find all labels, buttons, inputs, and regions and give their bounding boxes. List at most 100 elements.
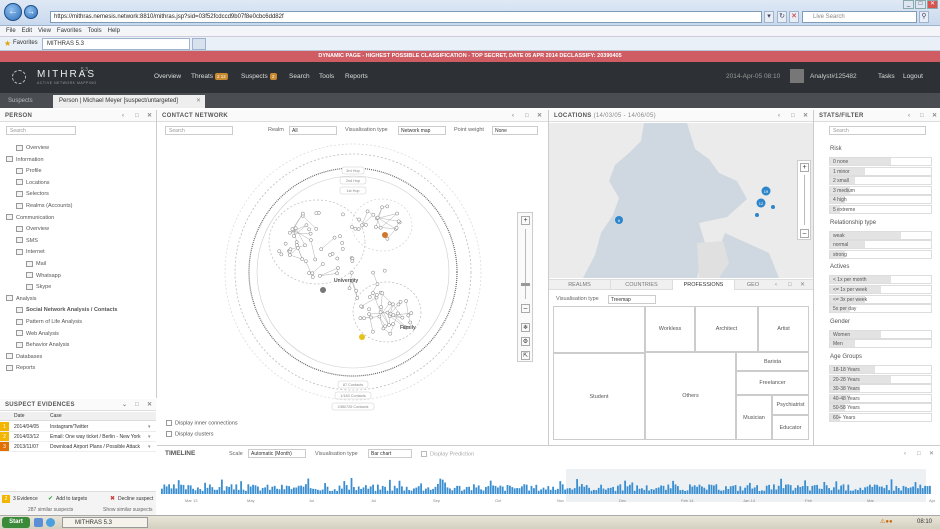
realm-select[interactable]: All (289, 126, 337, 135)
menu-tools[interactable]: Tools (88, 26, 102, 37)
decline-suspect-button[interactable]: Decline suspect (118, 496, 153, 502)
treemap-cell[interactable]: Psychiatrist (772, 395, 809, 415)
stat-filter-row[interactable]: 60+ Years (829, 413, 932, 422)
tree-item[interactable]: Behavior Analysis (16, 341, 69, 349)
stat-filter-row[interactable]: Women (829, 329, 932, 339)
collapse-icon[interactable]: ⌄ (122, 399, 127, 411)
tree-item[interactable]: Information (6, 156, 44, 164)
tab-geo[interactable]: GEO (735, 280, 771, 290)
menu-view[interactable]: View (38, 26, 51, 37)
favorites-button[interactable]: Favorites (13, 40, 38, 46)
taskbar-item[interactable]: MITHRAS 5.3 (62, 517, 148, 528)
treemap-cell[interactable] (553, 306, 645, 353)
contact-search-input[interactable]: Search (165, 126, 233, 135)
nav-reports[interactable]: Reports (345, 73, 368, 80)
tree-item[interactable]: Analysis (6, 295, 36, 303)
close-icon[interactable]: ✕ (929, 448, 934, 460)
chevron-down-icon[interactable]: ▾ (148, 442, 151, 451)
tree-item[interactable]: Social Network Analysis / Contacts (16, 306, 118, 314)
tree-item[interactable]: Selectors (16, 190, 49, 198)
zoom-in-button[interactable]: + (521, 216, 530, 225)
browser-search-input[interactable]: Live Search (802, 11, 917, 23)
table-row[interactable]: 3 2013/11/07 Download Airport Plans / Poss… (0, 442, 156, 452)
address-bar[interactable]: https://mithras.nemesis.network:8810/mit… (50, 11, 762, 23)
tab-professions[interactable]: PROFESSIONS (673, 280, 735, 290)
clusters-option[interactable]: Display clusters (166, 431, 214, 437)
window-icon[interactable]: □ (791, 110, 795, 122)
menu-file[interactable]: File (6, 26, 16, 37)
stat-filter-row[interactable]: <= 1x per week (829, 285, 932, 294)
tree-item[interactable]: Whatsapp (26, 272, 61, 280)
browser-tab[interactable]: MITHRAS 5.3 (42, 38, 190, 50)
tree-item[interactable]: Web Analysis (16, 330, 59, 338)
prev-icon[interactable]: ‹ (122, 110, 124, 122)
treemap-cell[interactable]: Student (553, 353, 645, 440)
avatar[interactable] (790, 69, 804, 83)
stat-filter-row[interactable]: 5 extreme (829, 205, 932, 214)
tree-item[interactable]: Overview (16, 144, 49, 152)
stat-filter-row[interactable]: Men (829, 339, 932, 349)
col-date[interactable]: Date (14, 412, 25, 421)
ie-icon[interactable] (46, 518, 55, 527)
search-icon[interactable]: ⚲ (919, 11, 929, 23)
stat-filter-row[interactable]: 0 none (829, 157, 932, 166)
treemap-vis-select[interactable]: Treemap (608, 295, 656, 304)
user-name[interactable]: Analyst#125482 (810, 73, 857, 80)
display-prediction-option[interactable]: Display Prediction (421, 451, 474, 457)
back-button[interactable]: ← (4, 3, 22, 21)
tab-suspects[interactable]: Suspects (2, 95, 52, 108)
tray-icons[interactable]: ⚠●● (880, 518, 893, 525)
new-tab-button[interactable] (192, 38, 206, 50)
checkbox-icon[interactable] (166, 420, 172, 426)
stat-filter-row[interactable]: 40-48 Years (829, 393, 932, 403)
map-zoom-track[interactable] (804, 175, 805, 225)
tree-item[interactable]: Internet (16, 248, 45, 256)
stat-filter-row[interactable]: 18-18 Years (829, 365, 932, 374)
chevron-down-icon[interactable]: ▾ (148, 432, 151, 441)
nav-tools[interactable]: Tools (319, 73, 334, 80)
stat-filter-row[interactable]: 2 small (829, 176, 932, 186)
menu-help[interactable]: Help (108, 26, 120, 37)
stat-filter-row[interactable]: 1 minor (829, 166, 932, 176)
window-icon[interactable]: □ (525, 110, 529, 122)
close-icon[interactable]: ✕ (932, 110, 937, 122)
tab-person[interactable]: Person | Michael Meyer [suspect/untarget… (53, 95, 205, 108)
network-icon[interactable]: ❄ (521, 323, 530, 332)
add-to-targets-button[interactable]: Add to targets (56, 496, 87, 502)
tree-item[interactable]: Reports (6, 364, 35, 372)
timeline-vis-select[interactable]: Bar chart (368, 449, 412, 458)
treemap-cell[interactable]: Barista (736, 352, 809, 371)
stats-search-input[interactable]: Search (829, 126, 926, 135)
zoom-out-button[interactable]: – (521, 304, 530, 313)
logout-link[interactable]: Logout (903, 73, 923, 80)
inner-connections-option[interactable]: Display inner connections (166, 420, 238, 426)
close-icon[interactable]: ✕ (147, 110, 152, 122)
desktop-icon[interactable] (34, 518, 43, 527)
point-weight-select[interactable]: None (492, 126, 538, 135)
menu-favorites[interactable]: Favorites (57, 26, 82, 37)
stat-filter-row[interactable]: 50-58 Years (829, 403, 932, 413)
locations-map[interactable]: 6 19 12 (549, 123, 813, 278)
stat-filter-row[interactable]: strong (829, 249, 932, 259)
tree-item[interactable]: SMS (16, 237, 38, 245)
treemap-cell[interactable]: Others (645, 352, 736, 440)
prev-icon[interactable]: ‹ (904, 448, 906, 460)
stat-filter-row[interactable]: 3 medium (829, 185, 932, 195)
close-window-button[interactable]: ✕ (927, 0, 938, 9)
stat-filter-row[interactable]: 20-28 Years (829, 374, 932, 384)
minimize-button[interactable]: _ (903, 0, 914, 9)
stat-filter-row[interactable]: 5x per day (829, 304, 932, 314)
table-row[interactable]: 2 2014/03/12 Email: One way ticket / Berli… (0, 432, 156, 442)
window-icon[interactable]: □ (920, 110, 924, 122)
stat-filter-row[interactable]: 30-38 Years (829, 384, 932, 394)
treemap-cell[interactable]: Architect (695, 306, 758, 352)
network-graph[interactable]: University Family 3rd Hop 2nd Hop 1st Hop 87 … (157, 140, 548, 418)
checkbox-icon[interactable] (421, 451, 427, 457)
refresh-icon[interactable]: ↻ (777, 11, 787, 23)
dropdown-icon[interactable]: ▾ (764, 11, 774, 23)
maximize-button[interactable]: □ (915, 0, 926, 9)
zoom-handle[interactable] (521, 283, 530, 286)
treemap-cell[interactable]: Workless (645, 306, 695, 352)
col-case[interactable]: Case (50, 412, 62, 421)
close-icon[interactable]: ✕ (537, 110, 542, 122)
